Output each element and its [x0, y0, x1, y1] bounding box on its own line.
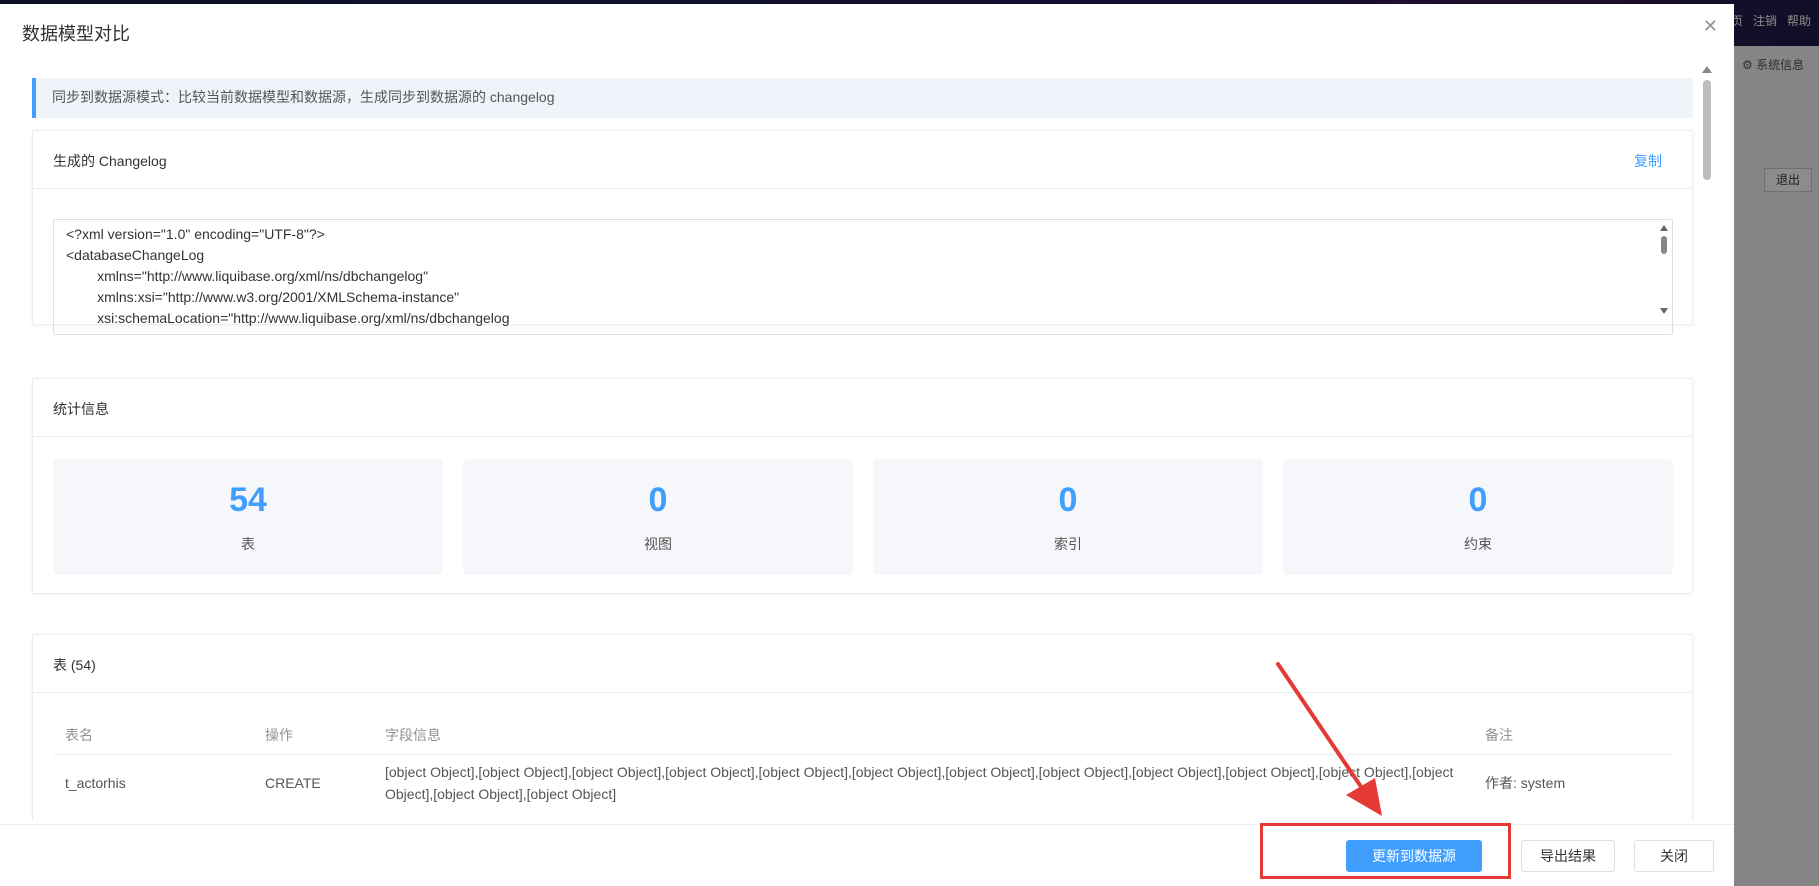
- scroll-up-icon[interactable]: [1660, 225, 1668, 231]
- cell-name: t_actorhis: [65, 775, 126, 791]
- table-row: t_actorhis CREATE [object Object],[objec…: [53, 755, 1673, 811]
- cell-operation: CREATE: [265, 775, 321, 791]
- changelog-title: 生成的 Changelog: [53, 153, 167, 169]
- stat-label: 索引: [1054, 536, 1082, 552]
- dialog-header: 数据模型对比 ✕: [0, 4, 1734, 60]
- dialog-scrollbar[interactable]: [1700, 60, 1714, 820]
- stat-indexes: 0 索引: [873, 459, 1263, 575]
- dialog-title: 数据模型对比: [22, 24, 130, 44]
- stat-value: 54: [229, 481, 267, 519]
- sync-mode-alert: 同步到数据源模式：比较当前数据模型和数据源，生成同步到数据源的 changelo…: [32, 78, 1693, 118]
- stat-tables: 54 表: [53, 459, 443, 575]
- scroll-up-icon[interactable]: [1702, 66, 1712, 73]
- changelog-content: <?xml version="1.0" encoding="UTF-8"?> <…: [66, 226, 510, 326]
- scroll-down-icon[interactable]: [1660, 308, 1668, 314]
- tables-card: 表 (54) 表名 操作 字段信息 备注 t_actorhis CREATE […: [32, 634, 1693, 820]
- changelog-card-header: 生成的 Changelog 复制: [33, 131, 1692, 189]
- stat-views: 0 视图: [463, 459, 853, 575]
- close-icon[interactable]: ✕: [1703, 16, 1718, 37]
- highlight-box: [1260, 823, 1511, 879]
- table-header: 表名 操作 字段信息 备注: [53, 715, 1673, 755]
- stats-title: 统计信息: [53, 401, 109, 417]
- stat-value: 0: [1468, 481, 1488, 519]
- tables-table: 表名 操作 字段信息 备注 t_actorhis CREATE [object …: [53, 715, 1673, 811]
- column-header-name: 表名: [65, 727, 93, 743]
- close-button[interactable]: 关闭: [1634, 840, 1714, 872]
- column-header-fields: 字段信息: [385, 727, 441, 743]
- stats-grid: 54 表 0 视图 0 索引 0 约束: [53, 459, 1673, 575]
- export-results-button[interactable]: 导出结果: [1521, 840, 1615, 872]
- stats-card-header: 统计信息: [33, 379, 1692, 437]
- stats-card: 统计信息 54 表 0 视图 0 索引 0 约束: [32, 378, 1693, 594]
- stat-value: 0: [1058, 481, 1078, 519]
- stat-constraints: 0 约束: [1283, 459, 1673, 575]
- changelog-card: 生成的 Changelog 复制 <?xml version="1.0" enc…: [32, 130, 1693, 335]
- dialog-body: 同步到数据源模式：比较当前数据模型和数据源，生成同步到数据源的 changelo…: [0, 60, 1710, 820]
- scroll-thumb[interactable]: [1661, 236, 1667, 254]
- cell-fields: [object Object],[object Object],[object …: [385, 764, 1454, 802]
- stat-value: 0: [648, 481, 668, 519]
- stat-label: 表: [241, 536, 255, 552]
- tables-card-header: 表 (54): [33, 635, 1692, 693]
- changelog-textarea[interactable]: <?xml version="1.0" encoding="UTF-8"?> <…: [53, 219, 1673, 335]
- tables-title: 表 (54): [53, 657, 96, 673]
- cell-remark: 作者: system: [1485, 775, 1566, 791]
- stat-label: 约束: [1464, 536, 1492, 552]
- scroll-thumb[interactable]: [1703, 80, 1711, 180]
- changelog-scrollbar[interactable]: [1658, 222, 1670, 332]
- column-header-remark: 备注: [1485, 727, 1513, 743]
- stat-label: 视图: [644, 536, 672, 552]
- compare-dialog: 数据模型对比 ✕ 同步到数据源模式：比较当前数据模型和数据源，生成同步到数据源的…: [0, 4, 1734, 886]
- copy-button[interactable]: 复制: [1634, 151, 1662, 171]
- column-header-operation: 操作: [265, 727, 293, 743]
